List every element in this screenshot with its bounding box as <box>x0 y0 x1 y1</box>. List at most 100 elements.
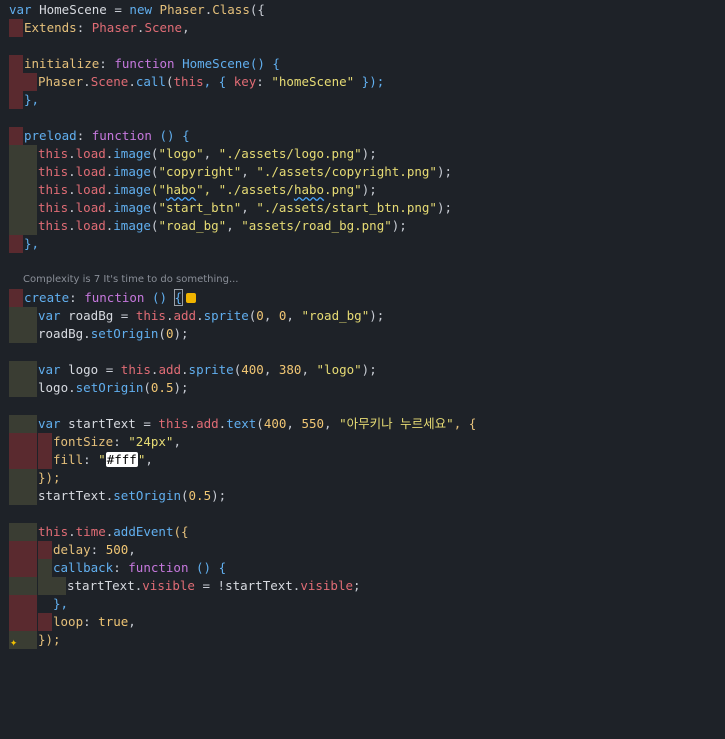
gutter-marker <box>9 469 23 487</box>
code-line-34[interactable]: loop: true, <box>0 613 725 631</box>
indent-guide <box>23 595 37 613</box>
kw-var: var <box>9 2 32 17</box>
gutter-marker <box>9 199 23 217</box>
lightbulb-square-icon[interactable] <box>186 293 197 303</box>
indent-guide <box>38 577 52 595</box>
gutter-marker <box>9 559 23 577</box>
indent-guide <box>23 631 37 649</box>
code-line-29[interactable]: this.time.addEvent({ <box>0 523 725 541</box>
code-line-11[interactable]: this.load.image("habo", "./assets/habo.p… <box>0 181 725 199</box>
code-line-4[interactable]: initialize: function HomeScene() { <box>0 55 725 73</box>
indent-guide <box>23 469 37 487</box>
code-line-23[interactable]: var startText = this.add.text(400, 550, … <box>0 415 725 433</box>
code-line-18[interactable]: roadBg.setOrigin(0); <box>0 325 725 343</box>
code-line-8[interactable]: preload: function () { <box>0 127 725 145</box>
indent-guide <box>23 163 37 181</box>
codelens-complexity-hint[interactable]: Complexity is 7 It's time to do somethin… <box>0 271 725 289</box>
sparkle-icon[interactable]: ✦ <box>10 633 17 651</box>
code-line-3[interactable] <box>0 37 725 55</box>
indent-guide <box>23 181 37 199</box>
code-line-25[interactable]: fill: "#fff", <box>0 451 725 469</box>
indent-guide <box>23 415 37 433</box>
code-editor[interactable]: var HomeScene = new Phaser.Class({ Exten… <box>0 0 725 649</box>
gutter-marker <box>9 451 23 469</box>
gutter-marker <box>9 325 23 343</box>
indent-guide <box>23 361 37 379</box>
gutter-marker <box>9 577 23 595</box>
gutter-marker <box>9 307 23 325</box>
gutter-marker <box>9 361 23 379</box>
indent-guide <box>23 145 37 163</box>
code-line-7[interactable] <box>0 109 725 127</box>
code-line-15[interactable] <box>0 253 725 271</box>
code-line-21[interactable]: logo.setOrigin(0.5); <box>0 379 725 397</box>
code-line-28[interactable] <box>0 505 725 523</box>
matching-brace: { <box>173 289 184 306</box>
gutter-marker <box>9 289 23 307</box>
gutter-marker <box>9 163 23 181</box>
gutter-marker <box>9 181 23 199</box>
indent-guide <box>23 199 37 217</box>
code-line-24[interactable]: fontSize: "24px", <box>0 433 725 451</box>
indent-guide <box>23 613 37 631</box>
indent-guide <box>23 217 37 235</box>
code-line-19[interactable] <box>0 343 725 361</box>
gutter-marker <box>9 541 23 559</box>
gutter-marker <box>9 19 23 37</box>
gutter-marker <box>9 379 23 397</box>
gutter-marker <box>9 235 23 253</box>
code-line-16[interactable]: create: function () { <box>0 289 725 307</box>
gutter-marker <box>9 217 23 235</box>
gutter-marker <box>9 73 23 91</box>
code-line-27[interactable]: startText.setOrigin(0.5); <box>0 487 725 505</box>
gutter-marker <box>9 91 23 109</box>
code-line-20[interactable]: var logo = this.add.sprite(400, 380, "lo… <box>0 361 725 379</box>
indent-guide <box>38 433 52 451</box>
code-line-5[interactable]: Phaser.Scene.call(this, { key: "homeScen… <box>0 73 725 91</box>
indent-guide <box>38 541 52 559</box>
indent-guide <box>23 433 37 451</box>
indent-guide <box>23 577 37 595</box>
indent-guide <box>23 379 37 397</box>
code-line-35[interactable]: ✦ }); <box>0 631 725 649</box>
code-line-33[interactable]: }, <box>0 595 725 613</box>
indent-guide <box>23 451 37 469</box>
gutter-marker <box>9 613 23 631</box>
indent-guide <box>23 73 37 91</box>
code-line-6[interactable]: }, <box>0 91 725 109</box>
indent-guide <box>38 559 52 577</box>
indent-guide <box>23 307 37 325</box>
indent-guide <box>38 451 52 469</box>
code-line-30[interactable]: delay: 500, <box>0 541 725 559</box>
code-line-31[interactable]: callback: function () { <box>0 559 725 577</box>
indent-guide <box>23 541 37 559</box>
code-line-10[interactable]: this.load.image("copyright", "./assets/c… <box>0 163 725 181</box>
indent-guide <box>23 523 37 541</box>
indent-guide <box>52 577 66 595</box>
code-line-26[interactable]: }); <box>0 469 725 487</box>
code-line-1[interactable]: var HomeScene = new Phaser.Class({ <box>0 1 725 19</box>
indent-guide <box>23 325 37 343</box>
spelling-warning[interactable]: habo <box>166 182 196 197</box>
code-line-14[interactable]: }, <box>0 235 725 253</box>
indent-guide <box>38 613 52 631</box>
indent-guide <box>23 559 37 577</box>
code-line-9[interactable]: this.load.image("logo", "./assets/logo.p… <box>0 145 725 163</box>
code-line-17[interactable]: var roadBg = this.add.sprite(0, 0, "road… <box>0 307 725 325</box>
gutter-marker <box>9 595 23 613</box>
gutter-marker <box>9 55 23 73</box>
color-swatch[interactable]: #fff <box>105 452 138 467</box>
gutter-marker <box>9 523 23 541</box>
gutter-marker <box>9 487 23 505</box>
code-line-13[interactable]: this.load.image("road_bg", "assets/road_… <box>0 217 725 235</box>
code-line-22[interactable] <box>0 397 725 415</box>
code-line-2[interactable]: Extends: Phaser.Scene, <box>0 19 725 37</box>
gutter-marker <box>9 415 23 433</box>
gutter-marker <box>9 127 23 145</box>
gutter-marker <box>9 433 23 451</box>
gutter-marker <box>9 145 23 163</box>
code-line-32[interactable]: startText.visible = !startText.visible; <box>0 577 725 595</box>
spelling-warning[interactable]: habo <box>294 182 324 197</box>
code-line-12[interactable]: this.load.image("start_btn", "./assets/s… <box>0 199 725 217</box>
indent-guide <box>23 487 37 505</box>
